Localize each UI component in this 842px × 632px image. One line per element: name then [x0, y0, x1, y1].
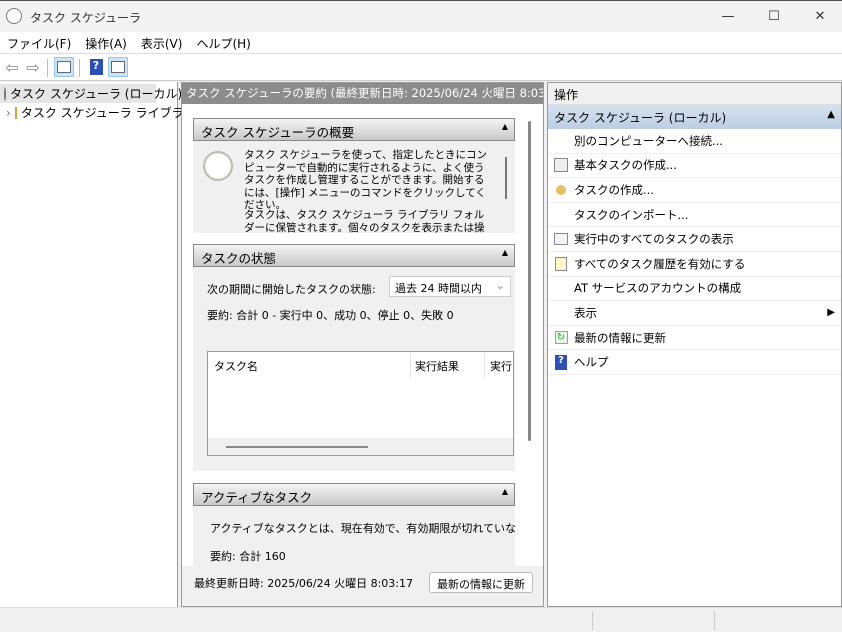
- collapse-icon[interactable]: ▲: [502, 487, 508, 496]
- action-enable-history[interactable]: すべてのタスク履歴を有効にする: [548, 252, 841, 277]
- active-section: アクティブなタスクとは、現在有効で、有効期限が切れていないタ 要約: 合計 16…: [193, 506, 515, 566]
- chevron-down-icon: ⌄: [496, 279, 505, 292]
- maximize-button[interactable]: ☐: [751, 5, 797, 29]
- action-at-service[interactable]: AT サービスのアカウントの構成: [548, 277, 841, 302]
- close-button[interactable]: ✕: [797, 5, 842, 29]
- tree-item-label: タスク スケジューラ (ローカル): [10, 85, 182, 102]
- action-help[interactable]: ?ヘルプ: [548, 350, 841, 375]
- status-summary: 要約: 合計 0 - 実行中 0、成功 0、停止 0、失敗 0: [207, 307, 454, 323]
- overview-section-header[interactable]: タスク スケジューラの概要 ▲: [193, 118, 515, 141]
- active-summary: 要約: 合計 160: [210, 548, 286, 564]
- overview-text: タスク スケジューラを使って、指定したときにコンピューターで自動的に実行されるよ…: [244, 149, 494, 212]
- menu-help[interactable]: ヘルプ(H): [189, 32, 257, 52]
- submenu-arrow-icon: ▶: [827, 307, 835, 318]
- action-import-task[interactable]: タスクのインポート...: [548, 203, 841, 228]
- overview-text-2: タスクは、タスク スケジューラ ライブラリ フォルダーに保管されます。個々のタス…: [244, 209, 494, 233]
- period-dropdown[interactable]: 過去 24 時間以内⌄: [389, 276, 511, 297]
- tree-item-label: タスク スケジューラ ライブラリ: [21, 104, 196, 121]
- chevron-right-icon[interactable]: ›: [6, 106, 11, 120]
- show-hide-console-tree-icon[interactable]: [54, 57, 74, 77]
- column-header-result[interactable]: 実行結果: [415, 358, 459, 374]
- status-section-header[interactable]: タスクの状態 ▲: [193, 244, 515, 267]
- active-text: アクティブなタスクとは、現在有効で、有効期限が切れていないタ: [210, 520, 515, 536]
- clock-icon: [4, 87, 6, 101]
- clock-icon: [6, 8, 22, 24]
- refresh-icon: ↻: [548, 331, 574, 344]
- collapse-icon[interactable]: ▲: [502, 248, 508, 257]
- status-bar: [0, 607, 842, 632]
- history-icon: [548, 257, 574, 271]
- running-tasks-icon: [548, 233, 574, 245]
- console-tree: タスク スケジューラ (ローカル) › タスク スケジューラ ライブラリ: [0, 82, 178, 607]
- horizontal-scrollbar[interactable]: [226, 446, 368, 448]
- last-updated: 最終更新日時: 2025/06/24 火曜日 8:03:17: [194, 575, 413, 591]
- action-refresh[interactable]: ↻最新の情報に更新: [548, 326, 841, 351]
- show-hide-action-pane-icon[interactable]: [108, 57, 128, 77]
- actions-header: 操作: [548, 83, 841, 105]
- menu-action[interactable]: 操作(A): [78, 32, 134, 52]
- scrollbar[interactable]: [505, 157, 507, 199]
- task-status-table: タスク名 実行結果 実行: [207, 351, 514, 456]
- column-header-task-name[interactable]: タスク名: [214, 358, 258, 374]
- basic-task-icon: [548, 158, 574, 172]
- scrollbar[interactable]: [528, 121, 531, 441]
- collapse-icon[interactable]: ▲: [827, 109, 835, 120]
- help-icon: ?: [548, 355, 574, 370]
- window-title: タスク スケジューラ: [30, 9, 141, 26]
- collapse-icon[interactable]: ▲: [502, 122, 508, 131]
- section-title: アクティブなタスク: [201, 490, 312, 505]
- action-connect[interactable]: 別のコンピューターへ接続...: [548, 129, 841, 154]
- tree-item-library[interactable]: › タスク スケジューラ ライブラリ: [0, 103, 177, 122]
- summary-pane: タスク スケジューラの要約 (最終更新日時: 2025/06/24 火曜日 8:…: [181, 82, 544, 607]
- overview-section: タスク スケジューラを使って、指定したときにコンピューターで自動的に実行されるよ…: [193, 141, 515, 233]
- section-title: タスクの状態: [201, 251, 276, 266]
- period-label: 次の期間に開始したタスクの状態:: [207, 281, 376, 297]
- tree-item-local[interactable]: タスク スケジューラ (ローカル): [0, 84, 156, 103]
- action-display-running[interactable]: 実行中のすべてのタスクの表示: [548, 227, 841, 252]
- refresh-button[interactable]: 最新の情報に更新: [429, 572, 533, 593]
- menu-bar: ファイル(F)操作(A)表示(V)ヘルプ(H): [0, 32, 842, 54]
- section-title: タスク スケジューラの概要: [201, 125, 354, 140]
- summary-footer: 最終更新日時: 2025/06/24 火曜日 8:03:17 最新の情報に更新: [182, 566, 543, 606]
- create-task-icon: [548, 185, 574, 195]
- folder-clock-icon: [15, 107, 17, 119]
- title-bar: タスク スケジューラ — ☐ ✕: [0, 0, 842, 32]
- toolbar: ⇦ ⇨ ?: [0, 54, 842, 81]
- status-section: 次の期間に開始したタスクの状態: 過去 24 時間以内⌄ 要約: 合計 0 - …: [193, 267, 515, 471]
- actions-group-header[interactable]: タスク スケジューラ (ローカル)▲: [548, 105, 841, 129]
- menu-file[interactable]: ファイル(F): [0, 32, 78, 52]
- summary-header: タスク スケジューラの要約 (最終更新日時: 2025/06/24 火曜日 8:…: [182, 83, 543, 104]
- minimize-button[interactable]: —: [705, 5, 751, 29]
- action-view[interactable]: 表示▶: [548, 301, 841, 326]
- action-create-basic-task[interactable]: 基本タスクの作成...: [548, 154, 841, 179]
- clock-icon: [203, 151, 233, 181]
- column-header-run[interactable]: 実行: [490, 358, 512, 374]
- forward-icon[interactable]: ⇨: [23, 57, 43, 77]
- action-create-task[interactable]: タスクの作成...: [548, 178, 841, 203]
- active-section-header[interactable]: アクティブなタスク ▲: [193, 483, 515, 506]
- actions-pane: 操作 タスク スケジューラ (ローカル)▲ 別のコンピューターへ接続... 基本…: [547, 82, 842, 607]
- help-icon[interactable]: ?: [86, 57, 106, 77]
- back-icon[interactable]: ⇦: [2, 57, 22, 77]
- menu-view[interactable]: 表示(V): [134, 32, 190, 52]
